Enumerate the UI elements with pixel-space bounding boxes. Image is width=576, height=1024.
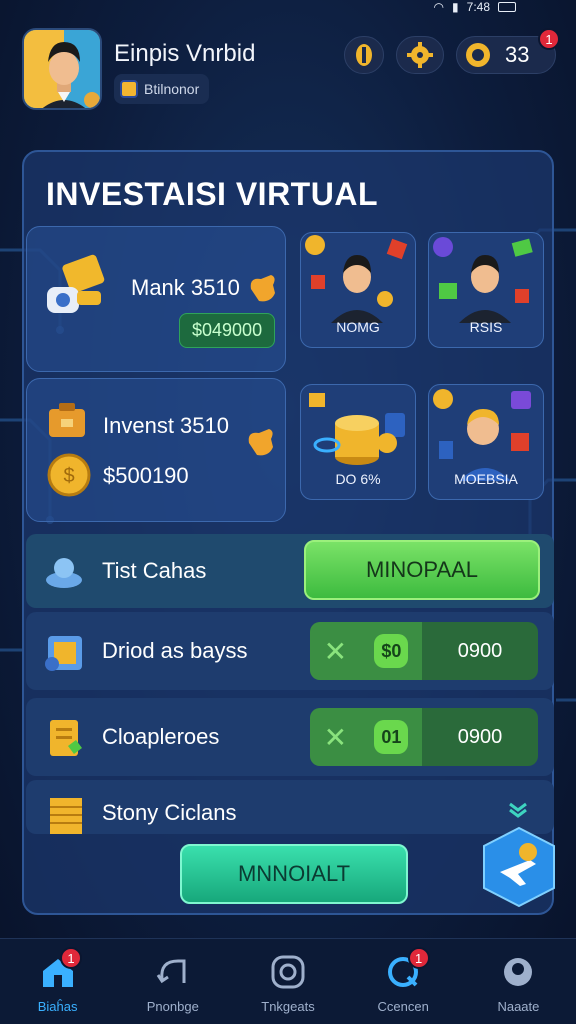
card-invenst-label: Invenst 3510 bbox=[103, 413, 229, 438]
row-stony-title: Stony Ciclans bbox=[102, 800, 237, 825]
svg-text:$: $ bbox=[63, 465, 74, 487]
header: Einpis Vnrbid Btilnonor 33 1 bbox=[22, 28, 560, 112]
trade-badge: 01 bbox=[374, 720, 409, 754]
signal-icon: ▮ bbox=[452, 0, 459, 14]
trade-control[interactable]: ✕ 01 0900 bbox=[310, 708, 538, 766]
trade-control[interactable]: ✕ $0 0900 bbox=[310, 622, 538, 680]
gold-bar-icon bbox=[47, 254, 105, 313]
trophy-icon bbox=[356, 44, 372, 66]
nav-ccencen-label: Ccencen bbox=[377, 999, 429, 1014]
player-name: Einpis Vnrbid bbox=[114, 40, 256, 67]
list-row-stony: Stony Ciclans bbox=[26, 780, 554, 834]
nav-tnkgeats-label: Tnkgeats bbox=[261, 999, 315, 1014]
tile-do-label: DO 6% bbox=[335, 471, 381, 487]
nav-item-pnonbge[interactable]: Pnonbge bbox=[115, 939, 230, 1024]
row-tist-title: Tist Cahas bbox=[102, 558, 207, 583]
briefcase-icon bbox=[49, 403, 85, 437]
investment-card-mank[interactable]: Mank 3510 $049000 bbox=[26, 226, 286, 372]
tile-do[interactable]: DO 6% bbox=[300, 384, 416, 500]
bottom-nav: 1 Biaĥas Pnonbge Tnkgeats 1 Ccencen Naaa… bbox=[0, 938, 576, 1024]
card-mank-label: Mank 3510 bbox=[131, 275, 240, 300]
nav-ccencen-badge: 1 bbox=[407, 947, 430, 969]
nav-item-ccencen[interactable]: 1 Ccencen bbox=[346, 939, 461, 1024]
tile-nomg[interactable]: NOMG bbox=[300, 232, 416, 348]
close-icon[interactable]: ✕ bbox=[324, 721, 347, 754]
coin-stack-icon bbox=[50, 798, 82, 834]
hand-icon bbox=[250, 275, 275, 302]
minopaal-button[interactable]: MINOPAAL bbox=[304, 540, 540, 600]
nav-naaate-label: Naaate bbox=[497, 999, 540, 1014]
rank-icon bbox=[120, 80, 138, 98]
coin-icon bbox=[466, 43, 490, 67]
plane-fab-button[interactable] bbox=[482, 826, 556, 908]
list-row-driod: Driod as bayss ✕ $0 0900 bbox=[26, 612, 554, 690]
coin-icon: $ bbox=[47, 453, 91, 497]
player-subtitle-badge: Btilnonor bbox=[114, 74, 210, 104]
row-cloaplerоes-title: Cloaplerоes bbox=[102, 724, 220, 749]
trade-value: 0900 bbox=[457, 639, 503, 662]
hand-icon bbox=[248, 429, 273, 456]
notification-badge: 1 bbox=[538, 28, 560, 50]
chevron-down-icon[interactable] bbox=[508, 802, 528, 818]
box-icon bbox=[45, 636, 82, 671]
settings-button[interactable] bbox=[396, 36, 444, 74]
tile-moebsia-label: MOEBSIA bbox=[454, 471, 518, 487]
document-stack-icon bbox=[50, 720, 82, 756]
refresh-icon bbox=[156, 959, 186, 984]
investment-panel: INVESTAISI VIRTUAL Mank 3510 $049000 Inv… bbox=[22, 150, 554, 915]
tile-nomg-label: NOMG bbox=[336, 319, 380, 335]
trade-value: 0900 bbox=[457, 725, 503, 748]
gear-icon bbox=[407, 42, 433, 68]
row-driod-title: Driod as bayss bbox=[102, 638, 248, 663]
close-icon[interactable]: ✕ bbox=[324, 635, 347, 668]
card-mank-price: $049000 bbox=[179, 313, 276, 348]
investment-card-invenst[interactable]: Invenst 3510 $ $500190 bbox=[26, 378, 286, 522]
status-bar: ◠ ▮ 7:48 bbox=[434, 0, 516, 14]
nav-pnonbge-label: Pnonbge bbox=[146, 999, 199, 1014]
player-subtitle: Btilnonor bbox=[144, 81, 200, 97]
status-time: 7:48 bbox=[466, 0, 490, 14]
profile-icon bbox=[504, 958, 533, 986]
trophy-button[interactable] bbox=[344, 36, 384, 74]
coin-count: 33 bbox=[505, 42, 530, 67]
player-avatar[interactable] bbox=[22, 28, 102, 110]
nav-home-label: Biaĥas bbox=[37, 999, 78, 1014]
list-row-tist: Tist Cahas MINOPAAL bbox=[26, 534, 554, 608]
wifi-icon: ◠ bbox=[433, 0, 445, 14]
card-invenst-value: $500190 bbox=[103, 463, 189, 488]
trade-badge: $0 bbox=[374, 634, 409, 668]
nav-item-tnkgeats[interactable]: Tnkgeats bbox=[230, 939, 345, 1024]
tile-rsis-label: RSIS bbox=[469, 319, 503, 335]
nav-item-home[interactable]: 1 Biaĥas bbox=[0, 939, 115, 1024]
tile-rsis[interactable]: RSIS bbox=[428, 232, 544, 348]
battery-icon bbox=[498, 2, 516, 12]
nav-home-badge: 1 bbox=[60, 947, 82, 969]
cloud-icon bbox=[46, 558, 82, 588]
panel-title: INVESTAISI VIRTUAL bbox=[46, 176, 378, 212]
camera-icon bbox=[271, 955, 305, 989]
list-row-cloaplerоes: Cloaplerоes ✕ 01 0900 bbox=[26, 698, 554, 776]
tile-moebsia[interactable]: MOEBSIA bbox=[428, 384, 544, 500]
mnnoialt-button[interactable]: MNNOIALT bbox=[180, 844, 408, 904]
nav-item-naaate[interactable]: Naaate bbox=[461, 939, 576, 1024]
